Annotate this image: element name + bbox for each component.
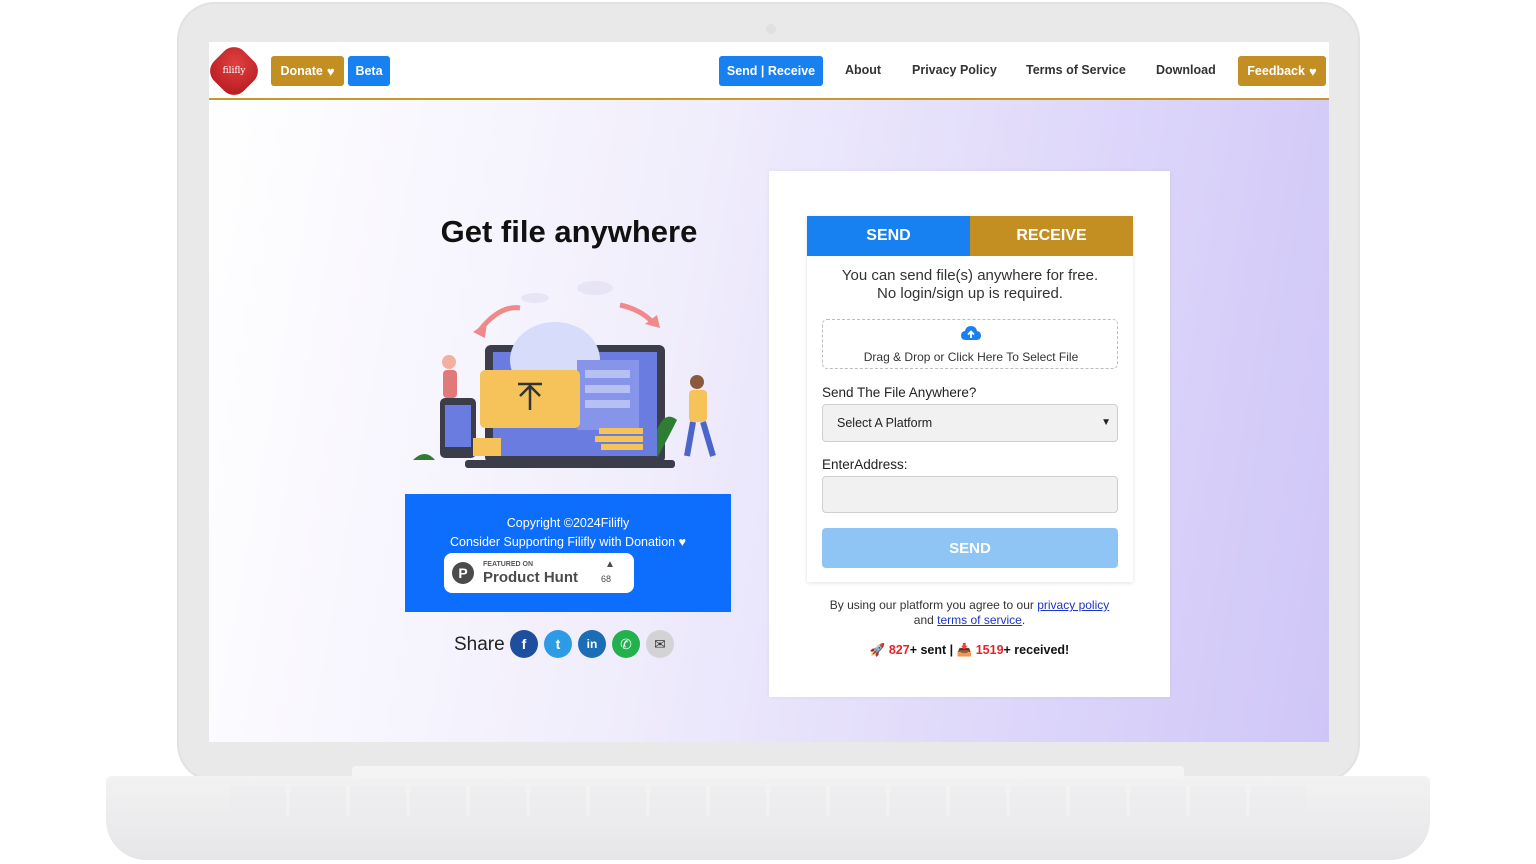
intro-text: You can send file(s) anywhere for free. …: [807, 267, 1133, 303]
privacy-policy-link[interactable]: privacy policy: [1037, 598, 1109, 612]
sent-label: + sent: [909, 643, 947, 657]
linkedin-icon[interactable]: in: [578, 630, 606, 658]
file-transfer-illustration: [413, 281, 716, 468]
product-hunt-badge[interactable]: P FEATURED ON Product Hunt ▲ 68: [444, 553, 634, 593]
terms-agreement: By using our platform you agree to our p…: [769, 598, 1170, 628]
rocket-icon: 🚀: [869, 643, 886, 657]
tab-send[interactable]: SEND: [807, 216, 970, 256]
product-hunt-upvote-count: 68: [601, 574, 612, 584]
cloud-upload-icon: [961, 326, 981, 340]
twitter-icon[interactable]: t: [544, 630, 572, 658]
product-hunt-logo-icon: P: [452, 562, 474, 584]
product-hunt-name: Product Hunt: [483, 569, 578, 586]
received-label: + received!: [1003, 643, 1070, 657]
send-panel: SEND RECEIVE You can send file(s) anywhe…: [807, 216, 1133, 582]
address-label: EnterAddress:: [822, 457, 908, 472]
nav-link-download[interactable]: Download: [1156, 63, 1216, 77]
laptop-keyboard: [230, 786, 1306, 816]
copyright-text: Copyright ©2024Filifly: [506, 516, 630, 530]
nav-link-about[interactable]: About: [845, 63, 881, 77]
logo-text: filifly: [222, 66, 246, 76]
agree-prefix: By using our platform you agree to our: [829, 598, 1034, 612]
transfer-card: SEND RECEIVE You can send file(s) anywhe…: [769, 171, 1170, 697]
intro-line-2: No login/sign up is required.: [877, 285, 1063, 302]
share-label: Share: [454, 634, 505, 655]
agree-suffix: .: [1021, 613, 1026, 627]
donate-button[interactable]: Donate ♥: [271, 56, 344, 86]
tab-receive[interactable]: RECEIVE: [970, 216, 1133, 256]
top-navbar: filifly Donate ♥ Beta Send | Receive Abou…: [209, 42, 1329, 101]
platform-selected-value: Select A Platform: [837, 416, 933, 430]
browser-screen: filifly Donate ♥ Beta Send | Receive Abou…: [209, 42, 1329, 742]
nav-link-privacy-policy[interactable]: Privacy Policy: [912, 63, 997, 77]
received-count: 1519: [975, 643, 1004, 657]
platform-select[interactable]: Select A Platform ▼: [822, 404, 1118, 442]
transfer-stats: 🚀 827+ sent | 📥 1519+ received!: [769, 643, 1170, 658]
feedback-label: Feedback: [1247, 64, 1305, 78]
whatsapp-icon[interactable]: ✆: [612, 630, 640, 658]
hero-headline: Get file anywhere: [440, 214, 698, 249]
drop-zone-text: Drag & Drop or Click Here To Select File: [863, 350, 1079, 364]
send-receive-button[interactable]: Send | Receive: [719, 56, 823, 86]
address-input[interactable]: [822, 476, 1118, 513]
intro-line-1: You can send file(s) anywhere for free.: [841, 267, 1099, 284]
footer-info-box: Copyright ©2024Filifly Consider Supporti…: [405, 494, 731, 612]
feedback-button[interactable]: Feedback ♥: [1238, 56, 1326, 86]
platform-label: Send The File Anywhere?: [822, 385, 977, 400]
chevron-down-icon: ▼: [1101, 417, 1111, 428]
nav-link-terms-of-service[interactable]: Terms of Service: [1026, 63, 1126, 77]
donate-label: Donate: [280, 64, 323, 78]
send-button[interactable]: SEND: [822, 528, 1118, 568]
stats-separator: |: [949, 643, 954, 657]
sent-count: 827: [888, 643, 910, 657]
beta-button[interactable]: Beta: [348, 56, 390, 86]
product-hunt-featured: FEATURED ON: [483, 561, 534, 568]
email-icon[interactable]: ✉: [646, 630, 674, 658]
heart-icon: ♥: [326, 63, 335, 79]
terms-of-service-link[interactable]: terms of service: [937, 613, 1022, 627]
heart-icon: ♥: [1308, 63, 1317, 79]
laptop-camera: [766, 24, 776, 34]
support-text[interactable]: Consider Supporting Filifly with Donatio…: [405, 535, 731, 549]
upvote-triangle-icon: ▲: [605, 559, 615, 570]
facebook-icon[interactable]: f: [510, 630, 538, 658]
file-drop-zone[interactable]: Drag & Drop or Click Here To Select File: [822, 319, 1118, 369]
inbox-tray-icon: 📥: [956, 643, 973, 657]
laptop-hinge: [352, 766, 1184, 778]
agree-and: and: [913, 613, 934, 627]
